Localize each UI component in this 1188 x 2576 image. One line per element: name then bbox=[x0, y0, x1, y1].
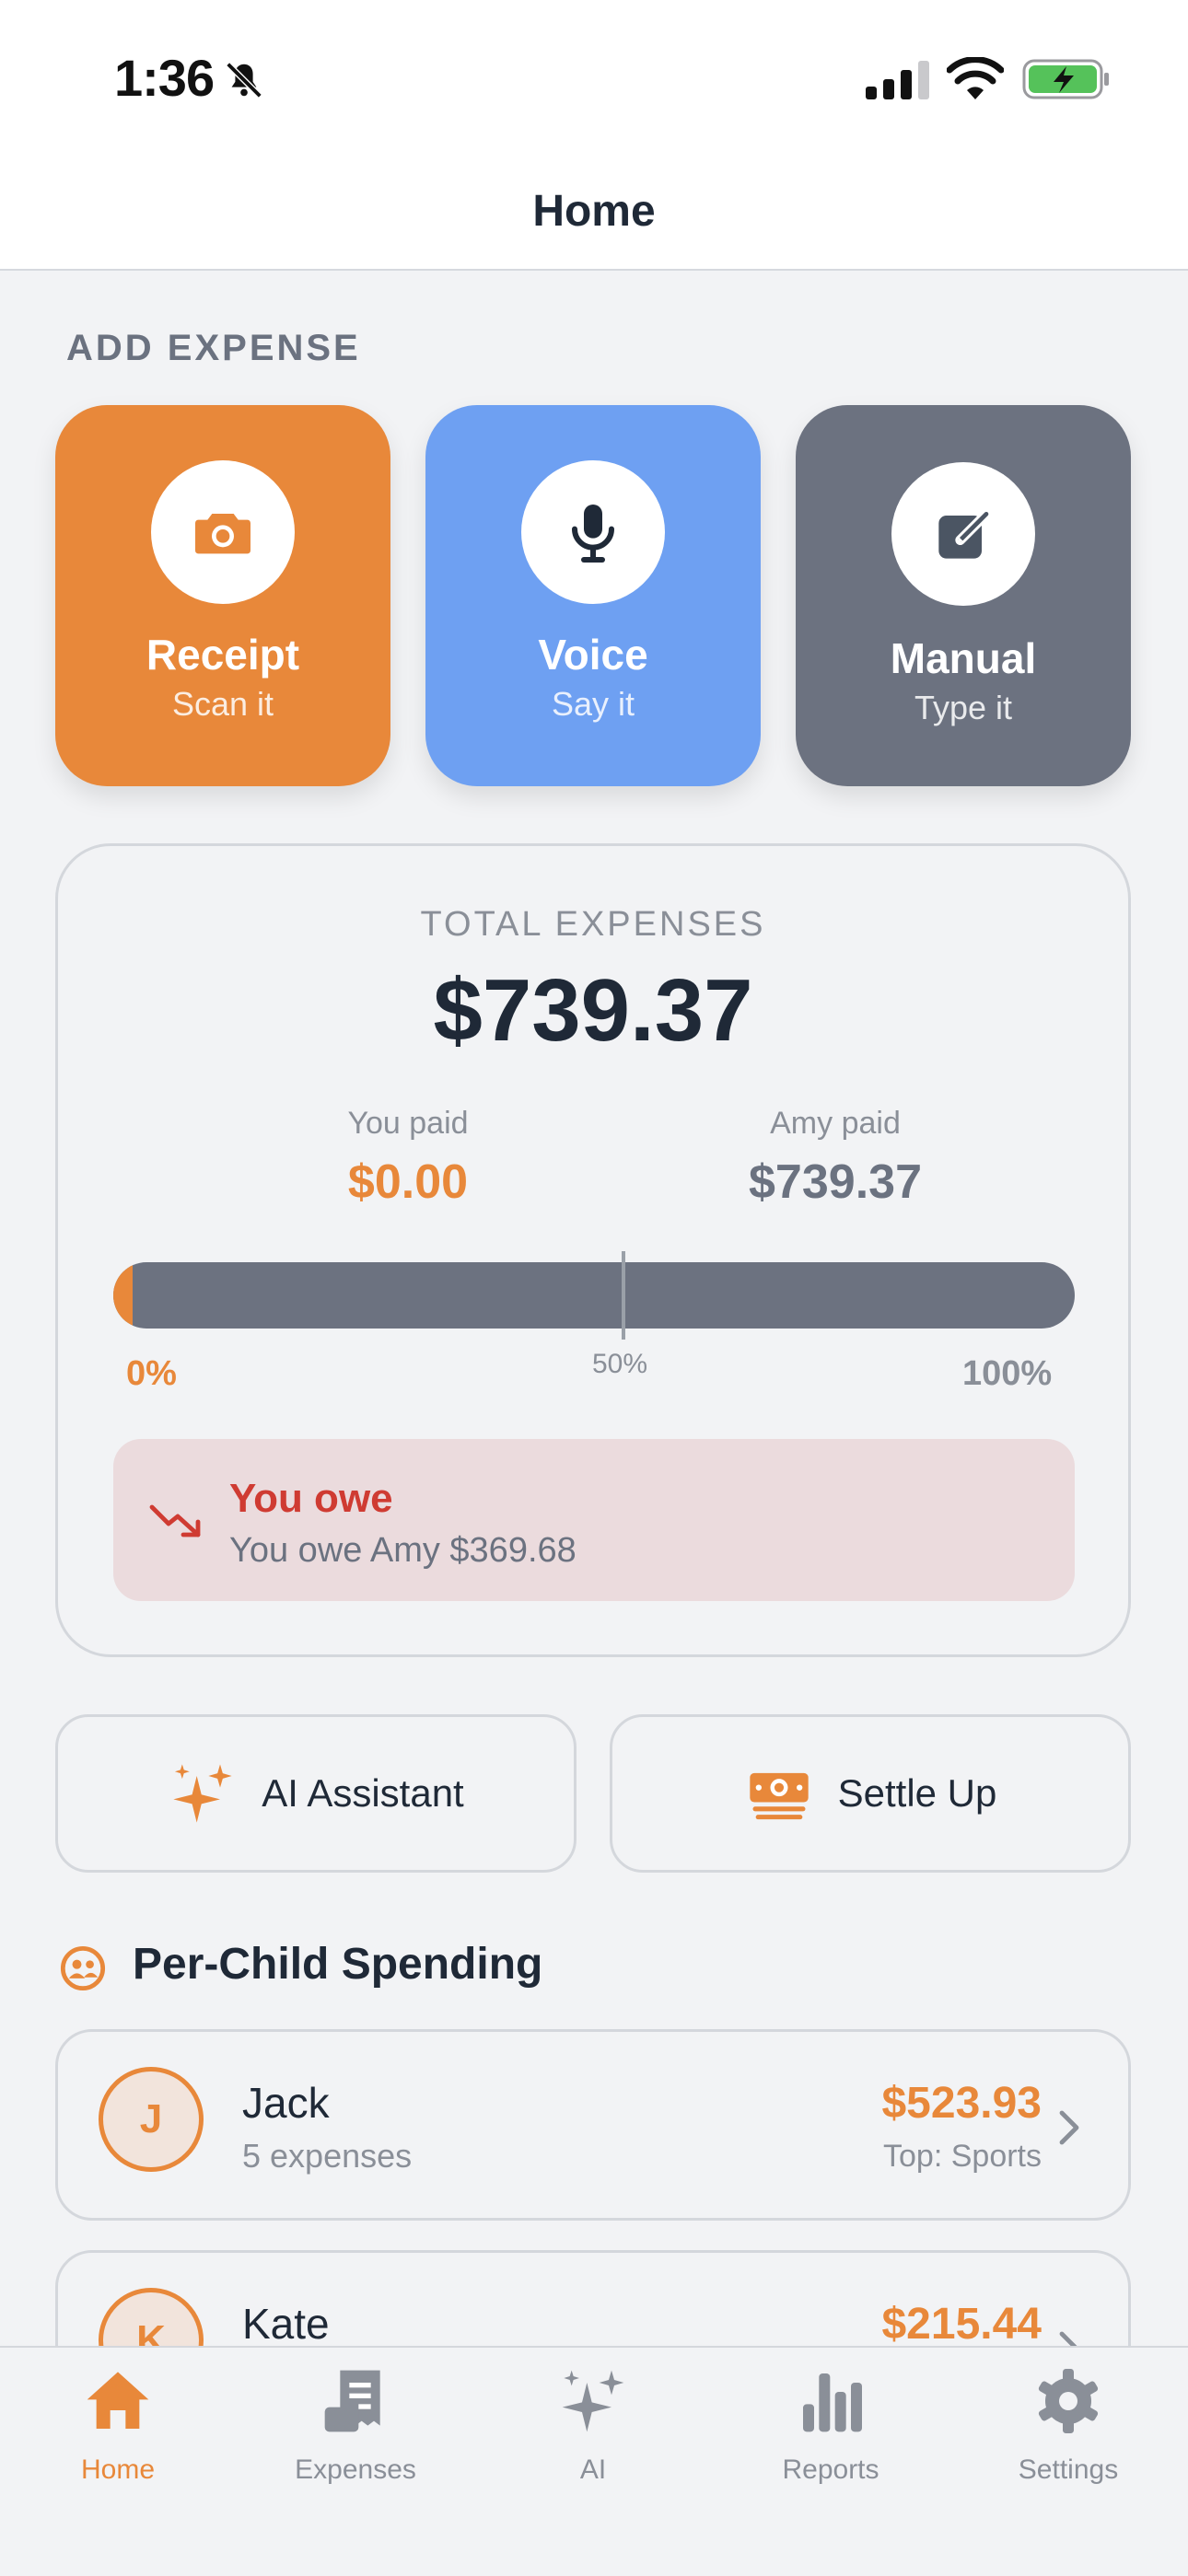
child-amount: $523.93 bbox=[881, 2079, 1042, 2128]
bar-chart-icon bbox=[803, 2373, 862, 2432]
pct-right-label: 100% bbox=[962, 1354, 1053, 1393]
child-amount: $215.44 bbox=[881, 2300, 1042, 2349]
money-icon bbox=[749, 1772, 809, 1820]
tab-reports-label: Reports bbox=[782, 2454, 879, 2485]
trending-down-icon bbox=[149, 1504, 201, 1537]
total-expenses-value: $739.37 bbox=[433, 961, 753, 1060]
split-progress-fill bbox=[113, 1262, 133, 1329]
you-paid-value: $0.00 bbox=[347, 1155, 469, 1209]
tab-home-label: Home bbox=[80, 2454, 156, 2485]
receipt-title: Receipt bbox=[146, 631, 300, 679]
child-top-category: Top: Sports bbox=[883, 2139, 1042, 2174]
child-expense-count: 5 expenses bbox=[242, 2137, 413, 2175]
receipt-icon-circle bbox=[151, 460, 295, 604]
tab-settings[interactable]: Settings bbox=[976, 2364, 1160, 2486]
bell-slash-icon bbox=[226, 62, 262, 99]
manual-subtitle: Type it bbox=[914, 689, 1013, 726]
owe-text: You owe Amy $369.68 bbox=[229, 1531, 577, 1570]
add-expense-label: ADD EXPENSE bbox=[66, 328, 361, 368]
tab-expenses[interactable]: Expenses bbox=[263, 2364, 448, 2486]
tab-home[interactable]: Home bbox=[26, 2364, 210, 2486]
tab-ai-label: AI bbox=[579, 2454, 607, 2485]
receipt-button[interactable]: Receipt Scan it bbox=[55, 405, 390, 786]
sparkles-icon bbox=[173, 1764, 232, 1823]
settle-up-label: Settle Up bbox=[837, 1771, 997, 1815]
camera-icon bbox=[195, 514, 250, 554]
per-child-title: Per-Child Spending bbox=[133, 1940, 543, 1989]
signal-icon bbox=[866, 61, 929, 99]
pct-left-label: 0% bbox=[126, 1354, 177, 1393]
amy-paid: Amy paid $739.37 bbox=[651, 1106, 1019, 1210]
child-name: Kate bbox=[242, 2300, 330, 2348]
page-title: Home bbox=[532, 187, 656, 236]
receipt-icon bbox=[324, 2370, 380, 2432]
child-name: Jack bbox=[242, 2079, 330, 2127]
manual-button[interactable]: Manual Type it bbox=[796, 405, 1131, 786]
chevron-right-icon bbox=[1059, 2110, 1079, 2145]
amy-paid-value: $739.37 bbox=[749, 1155, 922, 1209]
pencil-square-icon bbox=[938, 509, 992, 559]
amy-paid-label: Amy paid bbox=[770, 1106, 901, 1141]
voice-button[interactable]: Voice Say it bbox=[425, 405, 761, 786]
expenses-summary-card: TOTAL EXPENSES $739.37 You paid $0.00 Am… bbox=[55, 843, 1131, 1657]
people-icon bbox=[60, 1945, 106, 1991]
child-row-jack[interactable]: J Jack 5 expenses $523.93 Top: Sports bbox=[55, 2029, 1131, 2221]
you-paid: You paid $0.00 bbox=[224, 1106, 592, 1210]
tab-ai[interactable]: AI bbox=[501, 2364, 685, 2486]
status-time: 1:36 bbox=[114, 49, 215, 107]
gear-icon bbox=[1038, 2369, 1099, 2433]
total-expenses-label: TOTAL EXPENSES bbox=[420, 905, 766, 944]
voice-icon-circle bbox=[521, 460, 665, 604]
manual-title: Manual bbox=[890, 634, 1037, 682]
ai-assistant-label: AI Assistant bbox=[262, 1771, 464, 1815]
pct-mid-label: 50% bbox=[592, 1349, 648, 1379]
ai-assistant-button[interactable]: AI Assistant bbox=[55, 1714, 577, 1873]
receipt-subtitle: Scan it bbox=[171, 685, 274, 723]
battery-charging-icon bbox=[1022, 59, 1109, 99]
microphone-icon bbox=[572, 505, 614, 563]
tab-reports[interactable]: Reports bbox=[739, 2364, 923, 2486]
sparkles-icon bbox=[562, 2370, 624, 2432]
manual-icon-circle bbox=[891, 462, 1035, 606]
split-midpoint-marker bbox=[622, 1251, 625, 1340]
avatar: J bbox=[99, 2067, 204, 2172]
you-paid-label: You paid bbox=[347, 1106, 469, 1141]
owe-title: You owe bbox=[229, 1476, 393, 1521]
home-icon bbox=[87, 2372, 149, 2429]
tab-expenses-label: Expenses bbox=[295, 2454, 416, 2485]
wifi-icon bbox=[947, 57, 1004, 99]
voice-subtitle: Say it bbox=[551, 685, 635, 723]
settle-up-button[interactable]: Settle Up bbox=[610, 1714, 1131, 1873]
tab-settings-label: Settings bbox=[1018, 2454, 1119, 2485]
split-progress-bar bbox=[113, 1262, 1075, 1329]
voice-title: Voice bbox=[538, 631, 648, 679]
balance-status-box: You owe You owe Amy $369.68 bbox=[113, 1439, 1075, 1601]
